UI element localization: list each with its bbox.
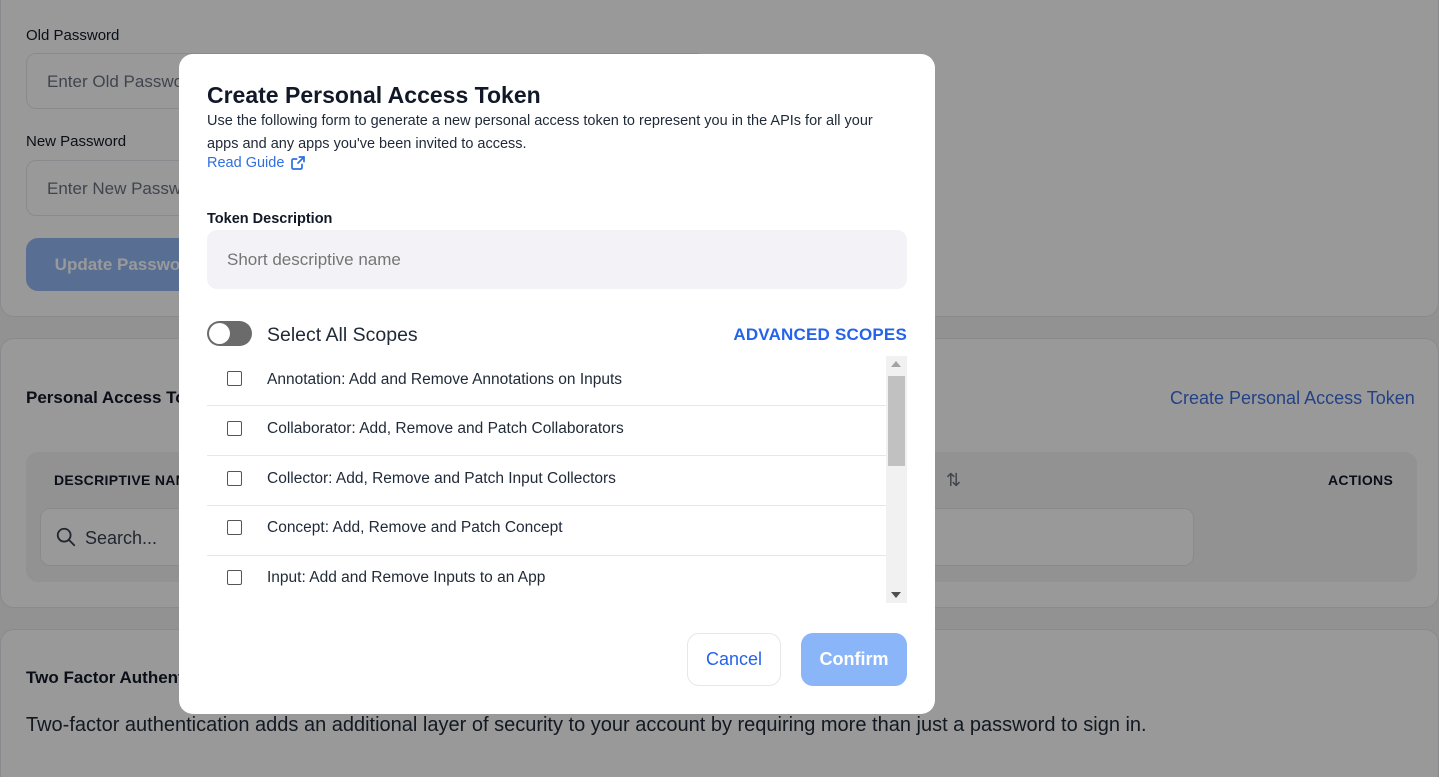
read-guide-link[interactable]: Read Guide — [207, 155, 306, 171]
modal-description: Use the following form to generate a new… — [207, 113, 873, 152]
scope-label: Collaborator: Add, Remove and Patch Coll… — [267, 420, 624, 437]
select-all-label: Select All Scopes — [267, 324, 418, 346]
scopes-scrollbar[interactable] — [886, 356, 907, 603]
scope-row[interactable]: Concept: Add, Remove and Patch Concept — [207, 506, 886, 556]
scope-label: Input: Add and Remove Inputs to an App — [267, 569, 546, 586]
scope-label: Annotation: Add and Remove Annotations o… — [267, 371, 623, 388]
create-token-modal: Create Personal Access Token Use the fol… — [179, 54, 935, 714]
scope-label: Collector: Add, Remove and Patch Input C… — [267, 470, 616, 487]
scope-row[interactable]: Input: Add and Remove Inputs to an App — [207, 555, 886, 603]
token-description-label: Token Description — [207, 211, 333, 227]
cancel-button[interactable]: Cancel — [687, 633, 781, 686]
scopes-list: Annotation: Add and Remove Annotations o… — [207, 356, 907, 603]
scope-row[interactable]: Collaborator: Add, Remove and Patch Coll… — [207, 406, 886, 456]
scroll-down-arrow-icon[interactable] — [891, 592, 901, 598]
scope-checkbox[interactable] — [227, 421, 242, 436]
token-description-input[interactable] — [207, 230, 907, 289]
read-guide-label: Read Guide — [207, 155, 285, 171]
scope-label: Concept: Add, Remove and Patch Concept — [267, 519, 563, 536]
scope-checkbox[interactable] — [227, 371, 242, 386]
scope-row[interactable]: Collector: Add, Remove and Patch Input C… — [207, 456, 886, 506]
select-all-toggle[interactable] — [207, 321, 252, 346]
modal-title: Create Personal Access Token — [207, 82, 541, 108]
external-link-icon — [291, 156, 306, 170]
scroll-up-arrow-icon[interactable] — [891, 361, 901, 367]
toggle-knob — [209, 323, 230, 344]
scope-checkbox[interactable] — [227, 471, 242, 486]
scope-checkbox[interactable] — [227, 520, 242, 535]
advanced-scopes-link[interactable]: ADVANCED SCOPES — [733, 325, 907, 345]
scope-row[interactable]: Annotation: Add and Remove Annotations o… — [207, 356, 886, 406]
scope-checkbox[interactable] — [227, 570, 242, 585]
scrollbar-thumb[interactable] — [888, 376, 905, 466]
confirm-button[interactable]: Confirm — [801, 633, 907, 686]
